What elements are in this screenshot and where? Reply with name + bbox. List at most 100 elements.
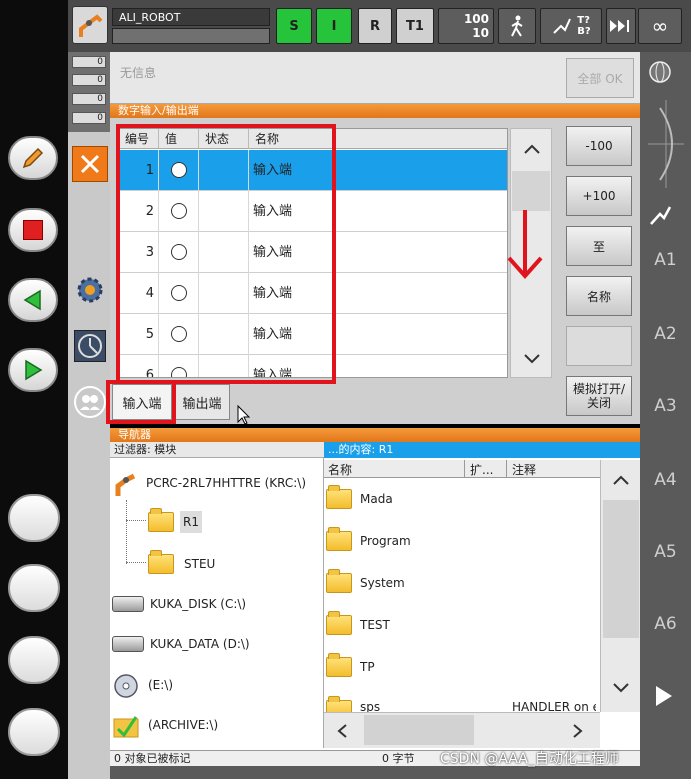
walking-person-icon — [511, 15, 523, 37]
all-ok-button[interactable]: 全部 OK — [566, 58, 634, 98]
folder-icon — [326, 569, 352, 593]
folder-icon — [148, 550, 174, 574]
navigator-content-header: ...的内容: R1 — [324, 442, 640, 458]
close-window-button[interactable] — [72, 146, 108, 182]
goto-button[interactable]: 至 — [566, 226, 632, 266]
tree-item-label: KUKA_DISK (C:\) — [150, 597, 247, 611]
space-mouse-icon — [648, 100, 684, 188]
axis-label-a5[interactable]: A5 — [640, 542, 691, 562]
users-button[interactable] — [72, 384, 108, 420]
jog-override: 10 — [472, 26, 489, 40]
scroll-thumb[interactable] — [603, 500, 639, 638]
list-item[interactable]: System — [326, 562, 596, 604]
tree-item-kuka-disk[interactable]: KUKA_DISK (C:\) — [112, 590, 246, 618]
list-item[interactable]: TEST — [326, 604, 596, 646]
tab-output[interactable]: 输出端 — [174, 384, 230, 420]
incremental-jog-status[interactable] — [606, 8, 636, 44]
chevron-left-icon — [337, 724, 347, 738]
tree-item-label: KUKA_DATA (D:\) — [150, 637, 250, 651]
tree-item-archive[interactable]: (ARCHIVE:\) — [112, 710, 218, 740]
navigator-filter: 过滤器: 模块 — [110, 442, 324, 458]
clock-button[interactable] — [74, 330, 106, 362]
jog-mode-infinite[interactable]: ∞ — [638, 8, 682, 44]
tree-item-e-drive[interactable]: (E:\) — [112, 668, 173, 702]
minus-100-button[interactable]: -100 — [566, 126, 632, 166]
marked-objects-status: 0 对象已被标记 — [114, 752, 191, 765]
menu-key-3[interactable] — [8, 636, 60, 684]
io-window-title: 数字输入/输出端 — [110, 104, 640, 118]
col-file-name: 名称 — [328, 463, 353, 477]
menu-key-1[interactable] — [8, 494, 60, 542]
bytes-status: 0 字节 — [382, 752, 415, 765]
drives-status[interactable]: I — [316, 8, 352, 44]
robot-interpreter-status[interactable]: R — [358, 8, 392, 44]
tree-item-label: STEU — [184, 557, 216, 571]
warning-count: 0 — [72, 74, 106, 86]
menu-key-4[interactable] — [8, 708, 60, 756]
file-name: sps — [360, 700, 381, 712]
highlight-input-tab — [106, 380, 176, 424]
robot-icon — [115, 473, 136, 496]
tree-item-krc[interactable]: PCRC-2RL7HHTTRE (KRC:\) — [112, 468, 306, 498]
override-status[interactable]: 100 10 — [438, 8, 494, 44]
tree-item-r1[interactable]: R1 — [148, 508, 202, 536]
axis-label-a2[interactable]: A2 — [640, 324, 691, 344]
jog-tool-button[interactable] — [648, 204, 674, 228]
settings-gear-button[interactable] — [74, 274, 106, 306]
axis-label-a3[interactable]: A3 — [640, 396, 691, 416]
stop-key[interactable] — [8, 208, 58, 252]
triangle-right-icon — [656, 686, 672, 706]
file-name: Mada — [360, 492, 393, 506]
edit-key[interactable] — [8, 136, 58, 180]
column-divider — [506, 460, 507, 478]
clock-icon — [78, 334, 102, 358]
axis-label-a6[interactable]: A6 — [640, 614, 691, 634]
axis-label-a4[interactable]: A4 — [640, 470, 691, 490]
chevron-up-icon — [613, 475, 629, 485]
navigator-title: 导航器 — [110, 428, 640, 442]
pencil-icon — [22, 147, 44, 169]
file-list-hscrollbar[interactable] — [324, 712, 600, 748]
start-backward-key[interactable] — [8, 278, 58, 322]
list-item[interactable]: TP — [326, 646, 596, 688]
tree-item-label: PCRC-2RL7HHTTRE (KRC:\) — [146, 476, 307, 490]
start-key[interactable] — [8, 348, 58, 392]
axis-label-a1[interactable]: A1 — [640, 250, 691, 270]
menu-key-2[interactable] — [8, 564, 60, 612]
globe-icon — [649, 61, 671, 83]
ack-count: 0 — [72, 112, 106, 124]
tree-item-label: R1 — [180, 511, 202, 533]
robot-name: ALI_ROBOT — [112, 8, 270, 26]
page-forward-button[interactable] — [652, 684, 676, 708]
tree-item-kuka-data[interactable]: KUKA_DATA (D:\) — [112, 630, 250, 658]
scroll-thumb[interactable] — [364, 715, 474, 745]
tree-item-steu[interactable]: STEU — [148, 550, 215, 578]
space-mouse-area[interactable] — [644, 94, 688, 194]
folder-icon — [148, 508, 174, 532]
scroll-thumb[interactable] — [512, 171, 550, 211]
globe-button[interactable] — [648, 60, 672, 84]
operating-mode-status[interactable]: T1 — [396, 8, 434, 44]
watermark: CSDN @AAA_自动化工程师 — [440, 751, 619, 767]
gripper-icon — [650, 206, 672, 225]
file-list-scrollbar[interactable] — [600, 460, 640, 712]
play-icon — [25, 359, 43, 381]
tool-base-status[interactable]: T? B? — [540, 8, 602, 44]
disk-icon — [112, 636, 144, 652]
column-divider — [464, 460, 465, 478]
run-mode-status[interactable] — [498, 8, 536, 44]
mouse-cursor-icon — [237, 404, 251, 425]
list-item[interactable]: Program — [326, 520, 596, 562]
chevron-down-icon — [524, 354, 540, 364]
plus-100-button[interactable]: +100 — [566, 176, 632, 216]
kuka-logo-button[interactable] — [72, 6, 108, 44]
file-name: TEST — [360, 618, 390, 632]
message-text: 无信息 — [120, 66, 157, 80]
list-item[interactable]: sps HANDLER on ex — [326, 694, 596, 712]
play-backward-icon — [23, 289, 41, 311]
list-item[interactable]: Mada — [326, 478, 596, 520]
simulate-toggle-button[interactable]: 模拟打开/ 关闭 — [566, 376, 632, 416]
gear-icon — [77, 277, 103, 303]
name-button[interactable]: 名称 — [566, 276, 632, 316]
submit-interpreter-status[interactable]: S — [276, 8, 312, 44]
